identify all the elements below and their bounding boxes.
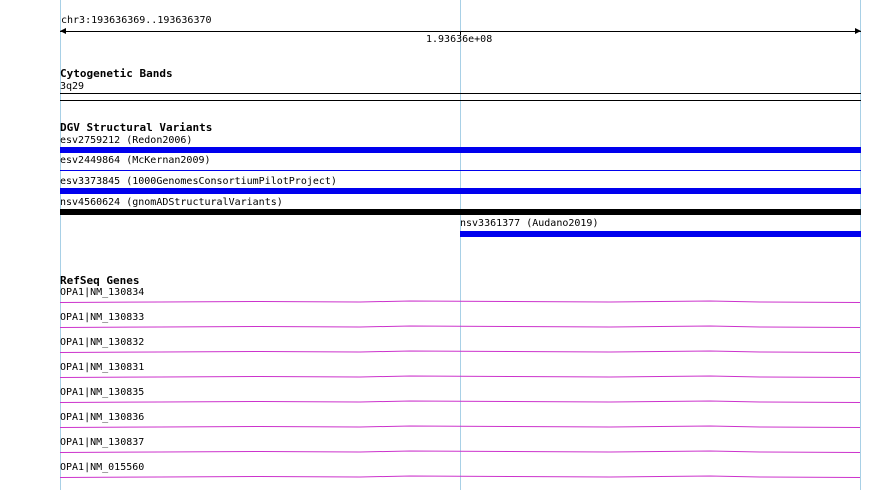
gene-lines	[59, 300, 861, 478]
gene-model-line[interactable]	[59, 300, 861, 303]
gene-model-line[interactable]	[59, 475, 861, 478]
gene-model-line[interactable]	[59, 375, 861, 378]
gene-model-line[interactable]	[59, 350, 861, 353]
genome-browser-view: chr3:193636369..193636370 1.93636e+08 Cy…	[0, 0, 890, 490]
gene-model-line[interactable]	[59, 400, 861, 403]
gene-model-line[interactable]	[59, 325, 861, 328]
gene-model-line[interactable]	[59, 450, 861, 453]
gene-model-line[interactable]	[59, 425, 861, 428]
